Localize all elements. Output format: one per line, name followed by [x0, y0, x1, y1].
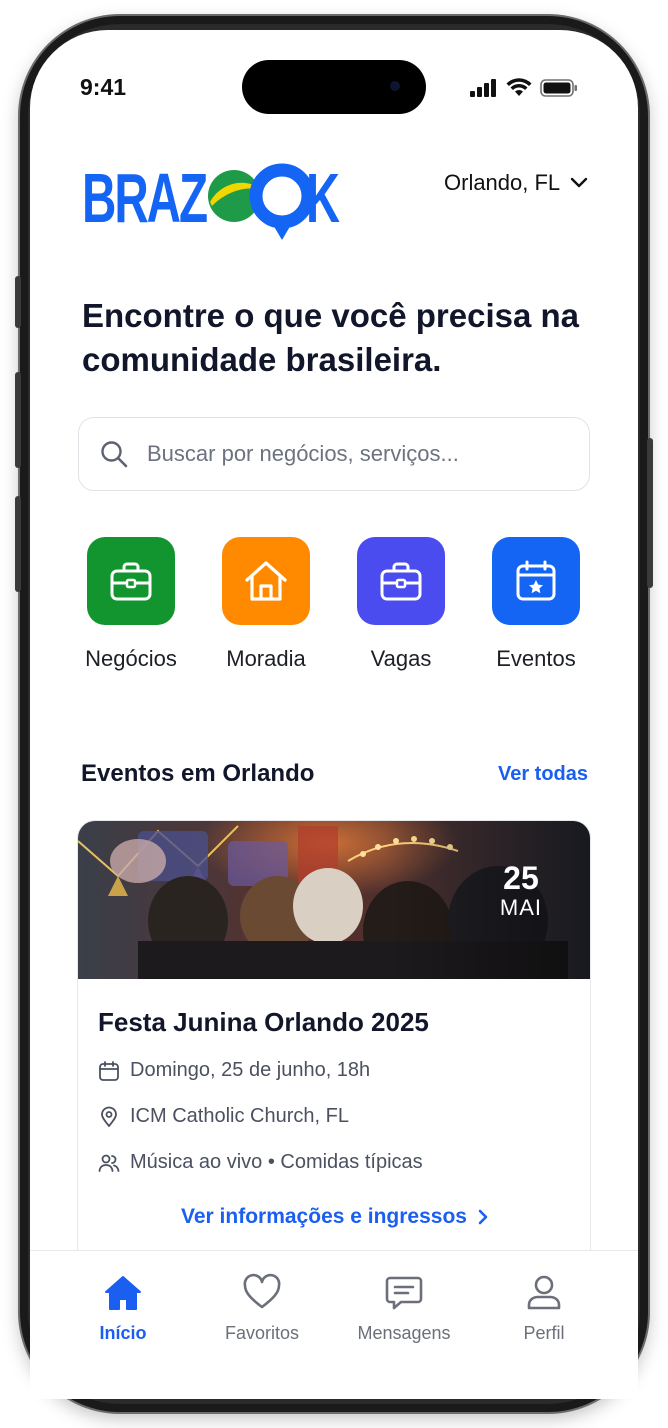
event-details-button[interactable]: Ver informações e ingressos — [78, 1205, 590, 1229]
category-tile — [357, 537, 445, 625]
event-details-label: Ver informações e ingressos — [181, 1205, 467, 1228]
category-tile — [492, 537, 580, 625]
page-headline: Encontre o que você precisa na comunidad… — [82, 297, 579, 378]
home-filled-icon — [105, 1276, 141, 1310]
event-day: 25 — [503, 860, 539, 896]
tab-perfil[interactable]: Perfil — [469, 1273, 619, 1344]
event-title: Festa Junina Orlando 2025 — [98, 1007, 429, 1037]
see-all-link[interactable]: Ver todas — [498, 763, 588, 786]
tab-bar: Início Favoritos Mensagens Perfil — [30, 1250, 638, 1399]
side-button-volume-down — [15, 496, 21, 592]
section-title: Eventos em Orlando — [81, 760, 315, 787]
event-venue-text: ICM Catholic Church, FL — [130, 1105, 349, 1127]
front-camera — [390, 81, 400, 91]
side-button-power — [647, 438, 653, 588]
people-icon — [98, 1154, 120, 1172]
calendar-star-icon — [516, 560, 556, 601]
event-date-text: Domingo, 25 de junho, 18h — [130, 1059, 371, 1081]
event-date-row: Domingo, 25 de junho, 18h — [98, 1059, 370, 1082]
search-icon — [101, 441, 128, 468]
event-tags-text: Música ao vivo • Comidas típicas — [130, 1151, 423, 1173]
brazook-logo[interactable]: BRAZ K — [82, 158, 342, 247]
tab-mensagens[interactable]: Mensagens — [329, 1273, 479, 1344]
event-tags-row: Música ao vivo • Comidas típicas — [98, 1151, 423, 1174]
category-label: Negócios — [85, 646, 177, 671]
tab-label: Início — [99, 1323, 147, 1343]
tab-favoritos[interactable]: Favoritos — [187, 1273, 337, 1344]
side-button-volume-up — [15, 372, 21, 468]
heart-icon — [243, 1273, 281, 1309]
status-time: 9:41 — [80, 74, 127, 100]
message-icon — [385, 1276, 423, 1310]
location-selector[interactable]: Orlando, FL — [444, 170, 588, 196]
search-bar[interactable] — [78, 417, 590, 491]
home-icon — [245, 561, 287, 601]
category-vagas[interactable]: Vagas — [339, 537, 463, 672]
event-month: MAI — [499, 895, 542, 920]
signal-icon — [470, 79, 496, 97]
map-pin-icon — [101, 1106, 117, 1127]
user-icon — [527, 1275, 561, 1310]
category-label: Eventos — [496, 646, 576, 671]
briefcase-icon — [380, 562, 422, 601]
chevron-right-icon — [478, 1209, 488, 1225]
date-badge: 25 MAI — [500, 861, 542, 921]
event-venue-row: ICM Catholic Church, FL — [98, 1105, 349, 1128]
battery-icon — [540, 79, 577, 97]
category-negocios[interactable]: Negócios — [69, 537, 193, 672]
svg-text:K: K — [306, 159, 340, 237]
wifi-icon — [506, 78, 532, 96]
search-input[interactable] — [145, 440, 549, 468]
side-button-mute — [15, 276, 21, 328]
tab-label: Perfil — [523, 1323, 565, 1343]
category-label: Moradia — [226, 646, 306, 671]
tab-label: Mensagens — [357, 1323, 451, 1343]
brand-logo-mark: BRAZ K — [82, 159, 340, 240]
location-label: Orlando, FL — [444, 170, 561, 195]
briefcase-icon — [110, 562, 152, 601]
tab-label: Favoritos — [224, 1323, 300, 1343]
category-label: Vagas — [370, 646, 432, 671]
chevron-down-icon — [570, 177, 588, 188]
event-card[interactable]: 25 MAI Festa Junina Orlando 2025 Domingo… — [77, 820, 591, 1280]
calendar-icon — [99, 1060, 119, 1081]
svg-text:BRAZ: BRAZ — [82, 159, 207, 237]
category-tile — [87, 537, 175, 625]
category-eventos[interactable]: Eventos — [474, 537, 598, 672]
category-moradia[interactable]: Moradia — [204, 537, 328, 672]
status-icons — [470, 78, 578, 98]
category-tile — [222, 537, 310, 625]
tab-inicio[interactable]: Início — [48, 1273, 198, 1344]
